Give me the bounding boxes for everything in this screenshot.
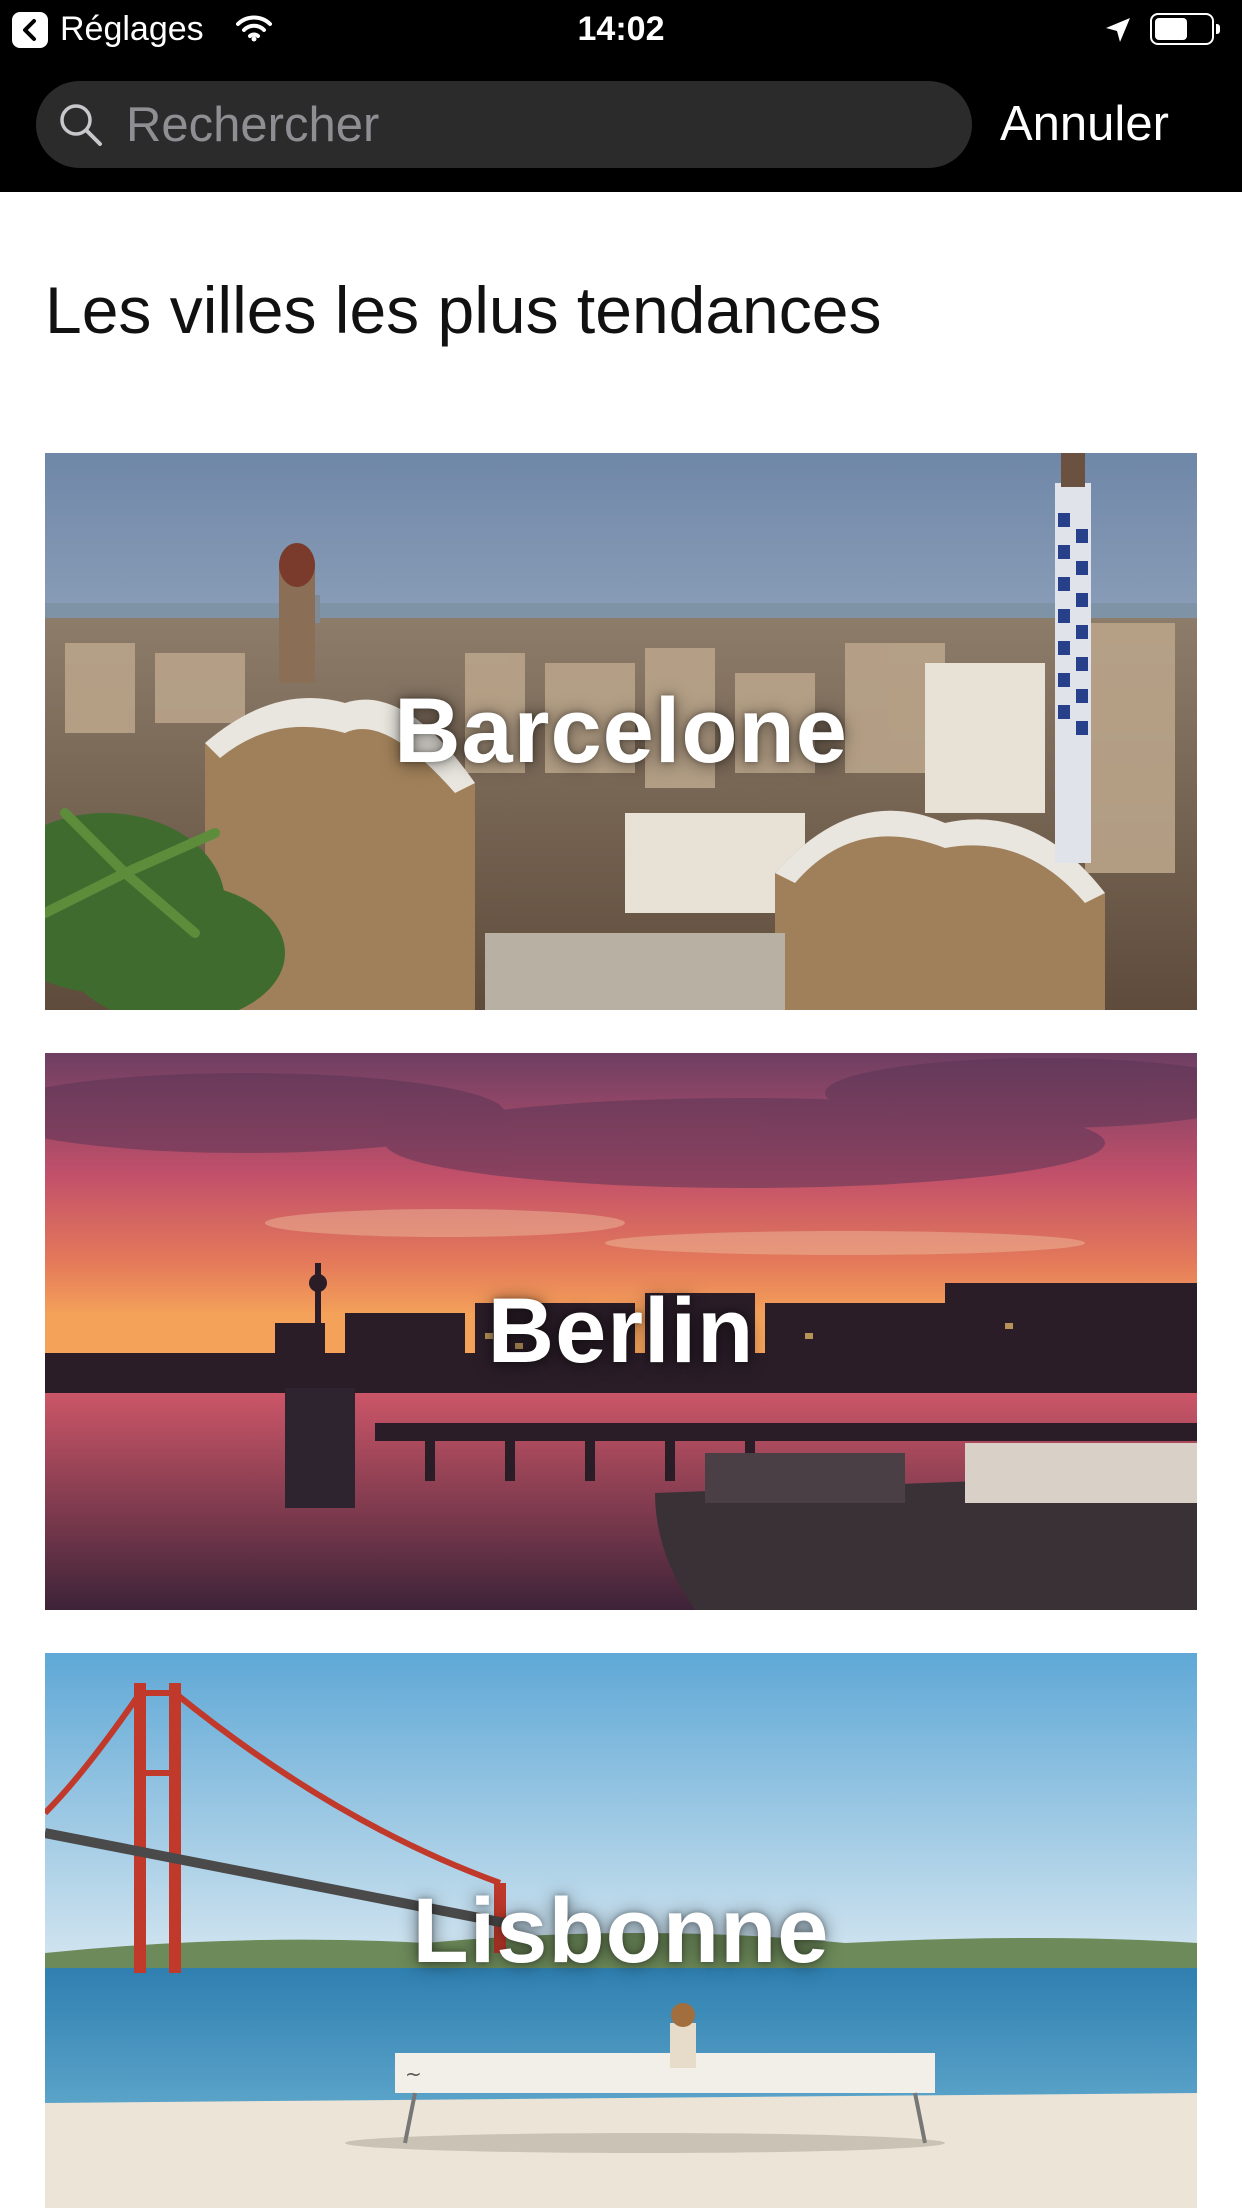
search-icon bbox=[60, 104, 102, 146]
search-bar: Annuler bbox=[0, 60, 1242, 192]
location-arrow-icon bbox=[1106, 18, 1130, 42]
city-card-barcelone[interactable]: Barcelone bbox=[45, 453, 1197, 1010]
battery-icon bbox=[1150, 13, 1220, 45]
section-title: Les villes les plus tendances bbox=[45, 273, 882, 347]
battery-nub bbox=[1216, 24, 1220, 34]
city-card-lisbonne[interactable]: ~ Lisbonne bbox=[45, 1653, 1197, 2208]
search-field[interactable] bbox=[36, 81, 972, 168]
status-time: 14:02 bbox=[577, 10, 665, 48]
city-name: Berlin bbox=[487, 1280, 755, 1382]
cancel-button[interactable]: Annuler bbox=[1000, 82, 1220, 166]
city-name: Lisbonne bbox=[412, 1880, 830, 1982]
city-card-berlin[interactable]: Berlin bbox=[45, 1053, 1197, 1610]
battery-level-fill bbox=[1155, 18, 1187, 40]
search-input[interactable] bbox=[126, 81, 946, 168]
status-bar: Réglages 14:02 bbox=[0, 0, 1242, 60]
city-name: Barcelone bbox=[394, 680, 848, 782]
